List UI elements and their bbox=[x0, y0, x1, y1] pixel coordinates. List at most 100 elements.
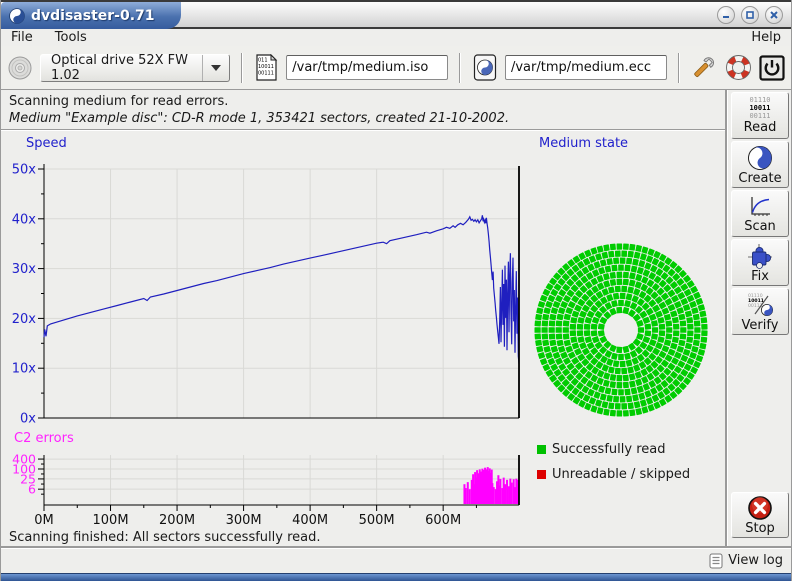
drive-selector-arrow[interactable] bbox=[202, 55, 229, 81]
legend-item-unreadable: Unreadable / skipped bbox=[537, 467, 690, 482]
disc-sector-segment bbox=[538, 352, 546, 359]
x-axis-tick-label: 400M bbox=[292, 513, 328, 528]
disc-sector-segment bbox=[620, 396, 626, 402]
iso-file-button[interactable]: 011 10011 00111 bbox=[254, 52, 280, 84]
x-axis-tick-label: 300M bbox=[226, 513, 262, 528]
disc-sector-segment bbox=[629, 244, 635, 251]
fix-button[interactable]: Fix bbox=[731, 239, 789, 286]
disc-sector-segment bbox=[693, 314, 700, 321]
disc-sector-segment bbox=[570, 324, 577, 330]
disc-sector-segment bbox=[699, 343, 706, 350]
disc-sector-segment bbox=[627, 366, 634, 373]
verify-button[interactable]: 01110 10011 00111 Verify bbox=[731, 288, 789, 335]
disc-sector-segment bbox=[685, 343, 692, 350]
disc-sector-segment bbox=[623, 279, 629, 286]
disc-sector-segment bbox=[577, 317, 584, 324]
disc-sector-segment bbox=[618, 389, 624, 395]
close-button[interactable] bbox=[765, 6, 783, 24]
menu-tools[interactable]: Tools bbox=[55, 30, 87, 45]
disc-sector-segment bbox=[617, 243, 623, 249]
disc-sector-segment bbox=[606, 258, 613, 265]
disc-sector-segment bbox=[603, 280, 610, 288]
disc-sector-segment bbox=[698, 304, 705, 311]
preferences-button[interactable] bbox=[691, 52, 718, 84]
disc-sector-segment bbox=[596, 377, 604, 385]
disc-sector-segment bbox=[626, 359, 633, 366]
disc-sector-segment bbox=[556, 314, 563, 321]
disc-sector-segment bbox=[628, 251, 634, 258]
disc-sector-segment bbox=[621, 403, 627, 409]
disc-sector-segment bbox=[585, 317, 593, 324]
disc-sector-segment bbox=[610, 272, 616, 279]
stop-button[interactable]: Stop bbox=[731, 492, 789, 538]
disc-sector-segment bbox=[551, 346, 559, 353]
disc-sector-segment bbox=[556, 320, 563, 326]
disc-sector-segment bbox=[603, 273, 610, 280]
menu-help[interactable]: Help bbox=[751, 30, 781, 45]
disc-sector-segment bbox=[542, 320, 549, 326]
disc-sector-segment bbox=[647, 404, 654, 412]
disc-sector-segment bbox=[686, 317, 693, 323]
disc-sector-segment bbox=[624, 300, 631, 307]
disc-sector-segment bbox=[629, 272, 636, 279]
read-button[interactable]: 01110 10011 00111 Read bbox=[731, 92, 789, 139]
disc-sector-segment bbox=[603, 244, 610, 251]
disc-sector-segment bbox=[610, 244, 616, 251]
disc-sector-segment bbox=[556, 327, 562, 333]
disc-sector-segment bbox=[652, 327, 658, 333]
disc-sector-segment bbox=[622, 346, 629, 353]
quit-button[interactable] bbox=[759, 52, 785, 84]
scan-button[interactable]: Scan bbox=[731, 190, 789, 237]
disc-sector-segment bbox=[626, 293, 633, 300]
disc-sector-segment bbox=[618, 300, 624, 306]
drive-selector[interactable]: Optical drive 52X FW 1.02 bbox=[40, 54, 230, 82]
disc-sector-segment bbox=[641, 406, 648, 414]
disc-sector-segment bbox=[683, 349, 691, 356]
disc-sector-segment bbox=[699, 311, 706, 318]
disc-sector-segment bbox=[668, 304, 676, 312]
disc-sector-segment bbox=[542, 333, 549, 339]
disc-sector-segment bbox=[613, 396, 619, 403]
disc-sector-segment bbox=[589, 255, 597, 263]
disc-sector-segment bbox=[623, 410, 629, 417]
disc-sector-segment bbox=[680, 355, 688, 363]
disc-sector-segment bbox=[534, 320, 541, 326]
disc-sector-segment bbox=[621, 286, 627, 293]
disc-sector-segment bbox=[631, 265, 638, 272]
disc-sector-segment bbox=[616, 347, 622, 354]
ecc-path-input[interactable] bbox=[505, 55, 667, 80]
disc-sector-segment bbox=[549, 327, 555, 333]
disc-sector-segment bbox=[637, 267, 644, 275]
minimize-button[interactable] bbox=[717, 6, 735, 24]
disc-sector-segment bbox=[616, 279, 622, 285]
c2-error-bar bbox=[469, 489, 471, 504]
speed-y-tick-label: 50x bbox=[12, 163, 37, 178]
disc-sector-segment bbox=[623, 272, 629, 279]
svg-text:10011: 10011 bbox=[258, 64, 274, 70]
disc-sector-segment bbox=[642, 269, 650, 277]
disc-sector-segment bbox=[631, 387, 638, 394]
c2-error-bar bbox=[493, 487, 495, 504]
disc-sector-segment bbox=[620, 258, 626, 264]
fix-button-label: Fix bbox=[751, 270, 769, 283]
ecc-file-button[interactable] bbox=[472, 52, 498, 84]
legend-swatch-red bbox=[537, 470, 546, 479]
disc-sector-segment bbox=[644, 390, 652, 398]
disc-sector-segment bbox=[701, 324, 707, 330]
disc-sector-segment bbox=[621, 250, 627, 256]
titlebar[interactable]: dvdisaster-0.71 bbox=[1, 0, 791, 29]
maximize-button[interactable] bbox=[741, 6, 759, 24]
help-button[interactable] bbox=[725, 52, 752, 84]
view-log-button[interactable]: View log bbox=[728, 553, 783, 568]
create-button[interactable]: Create bbox=[731, 141, 789, 188]
disc-sector-segment bbox=[597, 407, 604, 414]
speed-y-tick-label: 40x bbox=[12, 212, 37, 227]
menu-file[interactable]: File bbox=[11, 30, 33, 45]
iso-path-input[interactable] bbox=[286, 55, 448, 80]
speed-y-tick-label: 20x bbox=[12, 312, 37, 327]
drive-select-button[interactable] bbox=[7, 52, 33, 84]
iso-file-icon: 011 10011 00111 bbox=[255, 54, 278, 81]
disc-sector-segment bbox=[689, 301, 697, 308]
disc-sector-segment bbox=[591, 330, 598, 336]
disc-sector-segment bbox=[687, 330, 693, 336]
